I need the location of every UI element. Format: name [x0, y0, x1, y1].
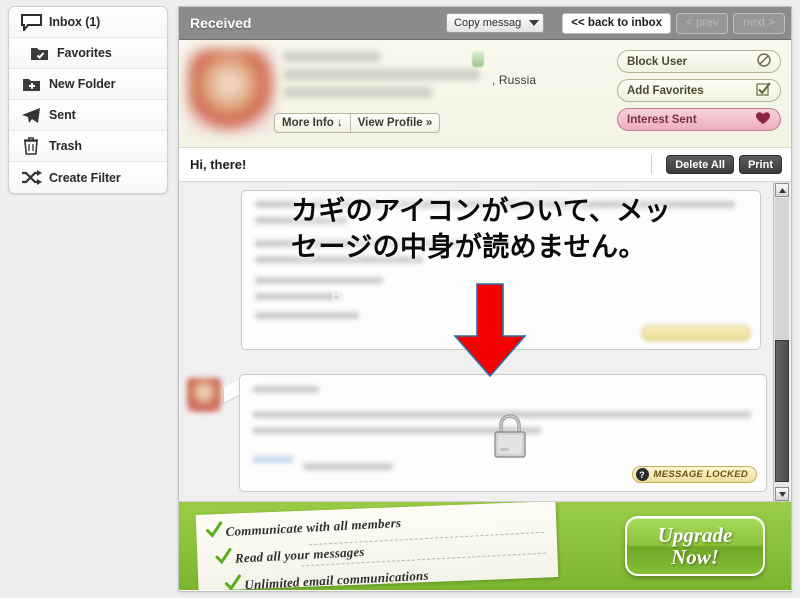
- message-status-badge: [641, 325, 751, 341]
- trash-can-icon: [19, 136, 43, 156]
- scroll-up-button[interactable]: [775, 183, 789, 197]
- scroll-down-button[interactable]: [775, 487, 789, 501]
- sidebar: Inbox (1) Favorites New Folder Sent Tras: [8, 6, 168, 194]
- sidebar-item-favorites[interactable]: Favorites: [9, 38, 167, 69]
- add-favorites-label: Add Favorites: [627, 84, 704, 97]
- message-item-locked: ? MESSAGE LOCKED: [187, 374, 767, 492]
- heart-icon: [755, 111, 771, 128]
- copy-message-dropdown[interactable]: Copy messag: [446, 13, 545, 33]
- profile-country: , Russia: [492, 73, 537, 87]
- profile-location-redacted: [284, 69, 480, 80]
- print-button[interactable]: Print: [738, 155, 782, 174]
- message-subject-bar: Hi, there! Delete All Print: [179, 148, 791, 182]
- block-user-button[interactable]: Block User: [617, 50, 781, 73]
- sidebar-item-trash[interactable]: Trash: [9, 131, 167, 162]
- next-button[interactable]: next >: [733, 12, 785, 34]
- upgrade-line-2: Now!: [671, 545, 719, 569]
- prev-button[interactable]: < prev: [676, 12, 729, 34]
- profile-meta-redacted: [284, 87, 432, 98]
- bubble-tail: [221, 374, 239, 492]
- sidebar-item-label: New Folder: [49, 77, 116, 91]
- shuffle-arrows-icon: [19, 168, 43, 188]
- check-mark-icon: [224, 574, 245, 590]
- sidebar-item-inbox[interactable]: Inbox (1): [9, 7, 167, 38]
- sidebar-item-label: Create Filter: [49, 170, 121, 185]
- check-mark-icon: [205, 521, 226, 544]
- check-mark-icon: [215, 547, 236, 571]
- scrollbar-track[interactable]: [775, 198, 789, 340]
- paper-plane-icon: [19, 105, 43, 125]
- view-profile-button[interactable]: View Profile »: [349, 114, 440, 132]
- sidebar-item-label: Favorites: [57, 46, 112, 60]
- online-status-icon: [472, 51, 484, 67]
- padlock-icon: [489, 410, 531, 467]
- sidebar-item-label: Trash: [49, 139, 82, 153]
- page-title: Received: [190, 15, 252, 31]
- message-subject: Hi, there!: [190, 157, 247, 172]
- app-root: Inbox (1) Favorites New Folder Sent Tras: [0, 0, 800, 598]
- sidebar-item-create-filter[interactable]: Create Filter: [9, 162, 167, 193]
- interest-sent-button[interactable]: Interest Sent: [617, 108, 781, 131]
- upgrade-line-1: Upgrade: [657, 522, 733, 547]
- benefit-label: Communicate with all members: [225, 514, 402, 540]
- thread-scrollbar[interactable]: [773, 182, 789, 501]
- avatar[interactable]: [188, 49, 274, 133]
- question-mark-icon: ?: [635, 468, 649, 481]
- no-entry-icon: [757, 53, 771, 70]
- main-panel: Received Copy messag << back to inbox < …: [178, 6, 792, 592]
- sidebar-item-label: Inbox (1): [49, 15, 101, 29]
- folder-check-icon: [27, 43, 51, 63]
- message-locked-label: MESSAGE LOCKED: [653, 469, 748, 480]
- benefit-label: Unlimited email communications: [244, 567, 429, 590]
- back-to-inbox-button[interactable]: << back to inbox: [562, 12, 672, 34]
- chevron-down-icon: [529, 20, 540, 26]
- speech-bubble-icon: [19, 12, 43, 32]
- dropdown-value: Copy messag: [454, 17, 522, 29]
- avatar[interactable]: [187, 378, 221, 412]
- sender-profile: , Russia More Info ↓ View Profile » Bloc…: [179, 40, 791, 148]
- interest-sent-label: Interest Sent: [627, 113, 697, 126]
- delete-all-button[interactable]: Delete All: [666, 155, 734, 174]
- red-down-arrow-icon: [451, 282, 529, 383]
- folder-plus-icon: [19, 74, 43, 94]
- more-info-button[interactable]: More Info ↓: [275, 114, 350, 132]
- profile-name-redacted: [284, 51, 380, 62]
- profile-side-actions: Block User Add Favorites Interest Sent: [617, 50, 781, 137]
- message-locked-badge[interactable]: ? MESSAGE LOCKED: [631, 466, 757, 483]
- message-thread: ? MESSAGE LOCKED BLOND-LOVE.COM カギのアイコンが…: [179, 182, 791, 502]
- block-user-label: Block User: [627, 55, 688, 68]
- upgrade-now-button[interactable]: Upgrade Now!: [625, 516, 765, 576]
- scrollbar-thumb[interactable]: [775, 340, 789, 482]
- benefit-label: Read all your messages: [234, 543, 365, 566]
- profile-action-pair: More Info ↓ View Profile »: [274, 113, 441, 133]
- divider: [651, 155, 653, 174]
- message-toolbar: Received Copy messag << back to inbox < …: [179, 7, 791, 40]
- sidebar-item-sent[interactable]: Sent: [9, 100, 167, 131]
- upgrade-banner[interactable]: Communicate with all members Read all yo…: [179, 502, 791, 590]
- sidebar-item-label: Sent: [49, 108, 76, 122]
- sidebar-item-new-folder[interactable]: New Folder: [9, 69, 167, 100]
- checkbox-check-icon: [756, 81, 771, 100]
- add-favorites-button[interactable]: Add Favorites: [617, 79, 781, 102]
